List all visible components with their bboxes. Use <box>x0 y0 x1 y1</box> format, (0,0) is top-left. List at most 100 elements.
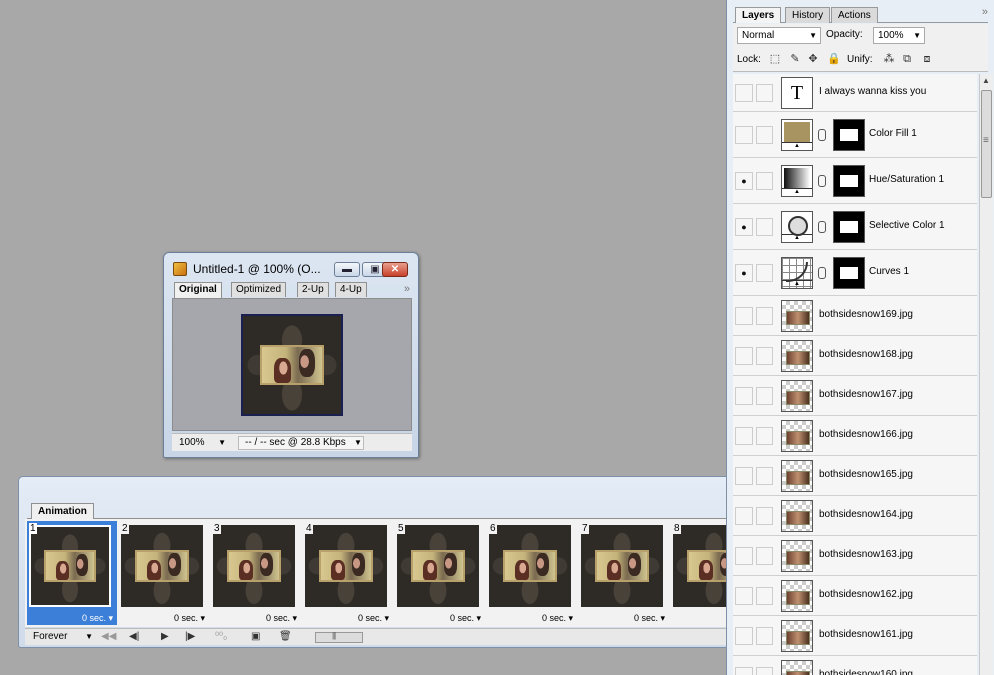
visibility-toggle[interactable] <box>735 427 753 445</box>
layer-row[interactable]: bothsidesnow164.jpg <box>733 496 977 536</box>
animation-frame[interactable]: 4 0 sec. ▾ <box>303 521 393 625</box>
lock-transparent-icon[interactable]: ⬚ <box>769 53 781 65</box>
layer-link-toggle[interactable] <box>756 467 773 485</box>
close-button[interactable]: ✕ <box>382 262 408 277</box>
layer-row[interactable]: bothsidesnow161.jpg <box>733 616 977 656</box>
layer-link-toggle[interactable] <box>756 347 773 365</box>
layer-row[interactable]: ● Hue/Saturation 1 <box>733 158 977 204</box>
frame-delay-select[interactable]: 0 sec. ▾ <box>82 612 113 625</box>
layer-row[interactable]: bothsidesnow162.jpg <box>733 576 977 616</box>
unify-style-icon[interactable]: ⧈ <box>921 53 933 65</box>
tab-animation[interactable]: Animation <box>31 503 94 519</box>
layer-row[interactable]: bothsidesnow166.jpg <box>733 416 977 456</box>
visibility-toggle[interactable] <box>735 84 753 102</box>
layer-link-toggle[interactable] <box>756 627 773 645</box>
layer-link-toggle[interactable] <box>756 307 773 325</box>
layer-row[interactable]: bothsidesnow167.jpg <box>733 376 977 416</box>
animation-frame[interactable]: 7 0 sec. ▾ <box>579 521 669 625</box>
visibility-toggle[interactable] <box>735 507 753 525</box>
lock-all-icon[interactable]: 🔒 <box>827 53 841 65</box>
layer-row[interactable]: bothsidesnow169.jpg <box>733 296 977 336</box>
document-canvas[interactable] <box>172 298 412 431</box>
visibility-toggle[interactable] <box>735 387 753 405</box>
minimize-button[interactable]: ▬ <box>334 262 360 277</box>
document-titlebar[interactable]: Untitled-1 @ 100% (O... ▬ ▣ ✕ <box>164 253 418 281</box>
visibility-toggle[interactable] <box>735 307 753 325</box>
zoom-select[interactable]: 100% <box>176 436 226 450</box>
mask-link-icon[interactable] <box>818 129 826 141</box>
frames-scrollbar[interactable] <box>315 631 363 643</box>
tab-layers[interactable]: Layers <box>735 7 782 23</box>
layer-mask-thumbnail[interactable] <box>833 257 865 289</box>
layer-mask-thumbnail[interactable] <box>833 211 865 243</box>
tab-2-up[interactable]: 2-Up <box>297 282 329 297</box>
visibility-toggle[interactable] <box>735 667 753 675</box>
frame-delay-select[interactable]: 0 sec. ▾ <box>634 612 665 625</box>
layer-row[interactable]: T I always wanna kiss you <box>733 74 977 112</box>
layers-scrollbar[interactable]: ▲ <box>979 74 993 675</box>
scroll-up-icon[interactable]: ▲ <box>982 76 990 85</box>
tab-optimized[interactable]: Optimized <box>231 282 287 297</box>
frame-delay-select[interactable]: 0 sec. ▾ <box>450 612 481 625</box>
layer-row[interactable]: ● Selective Color 1 <box>733 204 977 250</box>
layer-link-toggle[interactable] <box>756 387 773 405</box>
next-frame-icon[interactable]: |▶ <box>185 630 195 644</box>
animation-frame[interactable]: 5 0 sec. ▾ <box>395 521 485 625</box>
visibility-toggle[interactable] <box>735 547 753 565</box>
layer-link-toggle[interactable] <box>756 218 773 236</box>
visibility-toggle[interactable] <box>735 467 753 485</box>
play-icon[interactable]: ▶ <box>161 630 169 644</box>
visibility-toggle[interactable]: ● <box>735 264 753 282</box>
layer-link-toggle[interactable] <box>756 126 773 144</box>
visibility-toggle[interactable] <box>735 627 753 645</box>
visibility-toggle[interactable] <box>735 587 753 605</box>
mask-link-icon[interactable] <box>818 221 826 233</box>
layer-link-toggle[interactable] <box>756 172 773 190</box>
layer-row[interactable]: bothsidesnow160.jpg <box>733 656 977 675</box>
visibility-toggle[interactable]: ● <box>735 172 753 190</box>
layer-row[interactable]: ● Curves 1 <box>733 250 977 296</box>
tab-actions[interactable]: Actions <box>831 7 878 23</box>
duplicate-frame-icon[interactable]: ▣ <box>251 630 260 644</box>
tab-history[interactable]: History <box>785 7 831 23</box>
layer-link-toggle[interactable] <box>756 427 773 445</box>
layer-link-toggle[interactable] <box>756 547 773 565</box>
scrollbar-thumb[interactable] <box>981 90 992 198</box>
animation-frame[interactable]: 2 0 sec. ▾ <box>119 521 209 625</box>
animation-frame[interactable]: 8 <box>671 521 727 625</box>
download-time-arrow-icon[interactable]: ▼ <box>354 436 362 450</box>
visibility-toggle[interactable]: ● <box>735 218 753 236</box>
panel-menu-icon[interactable]: » <box>982 6 988 18</box>
loop-select[interactable]: Forever <box>29 630 93 644</box>
layer-link-toggle[interactable] <box>756 84 773 102</box>
layer-row[interactable]: bothsidesnow163.jpg <box>733 536 977 576</box>
download-time-select[interactable]: -- / -- sec @ 28.8 Kbps <box>238 436 364 450</box>
layer-mask-thumbnail[interactable] <box>833 165 865 197</box>
previous-frame-icon[interactable]: ◀| <box>129 630 139 644</box>
layer-link-toggle[interactable] <box>756 587 773 605</box>
animation-frame[interactable]: 3 0 sec. ▾ <box>211 521 301 625</box>
frame-delay-select[interactable]: 0 sec. ▾ <box>174 612 205 625</box>
tab-4-up[interactable]: 4-Up <box>335 282 367 297</box>
layer-link-toggle[interactable] <box>756 507 773 525</box>
delete-frame-icon[interactable]: 🗑 <box>279 630 292 644</box>
frame-delay-select[interactable]: 0 sec. ▾ <box>542 612 573 625</box>
layer-row[interactable]: bothsidesnow168.jpg <box>733 336 977 376</box>
first-frame-icon[interactable]: ◀◀ <box>101 630 116 644</box>
tabs-more-icon[interactable]: » <box>404 283 410 295</box>
frame-delay-select[interactable]: 0 sec. ▾ <box>358 612 389 625</box>
unify-visibility-icon[interactable]: ⧉ <box>901 53 913 65</box>
opacity-field[interactable]: 100% <box>873 27 925 44</box>
layer-mask-thumbnail[interactable] <box>833 119 865 151</box>
mask-link-icon[interactable] <box>818 267 826 279</box>
lock-position-icon[interactable]: ✥ <box>807 53 819 65</box>
animation-frame[interactable]: 6 0 sec. ▾ <box>487 521 577 625</box>
visibility-toggle[interactable] <box>735 347 753 365</box>
lock-image-icon[interactable]: ✎ <box>789 53 801 65</box>
layer-row[interactable]: bothsidesnow165.jpg <box>733 456 977 496</box>
layer-link-toggle[interactable] <box>756 264 773 282</box>
document-window[interactable]: Untitled-1 @ 100% (O... ▬ ▣ ✕ Original O… <box>163 252 419 458</box>
layer-link-toggle[interactable] <box>756 667 773 675</box>
layer-row[interactable]: Color Fill 1 <box>733 112 977 158</box>
visibility-toggle[interactable] <box>735 126 753 144</box>
